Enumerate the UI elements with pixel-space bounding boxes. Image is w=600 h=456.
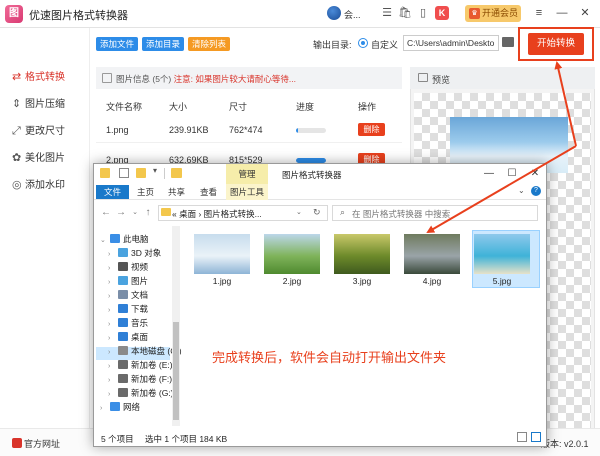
arrow-to-output-file (426, 145, 577, 234)
start-button-highlight (518, 27, 594, 61)
arrow-to-start-button (554, 61, 577, 147)
annotation-arrows (426, 27, 594, 234)
